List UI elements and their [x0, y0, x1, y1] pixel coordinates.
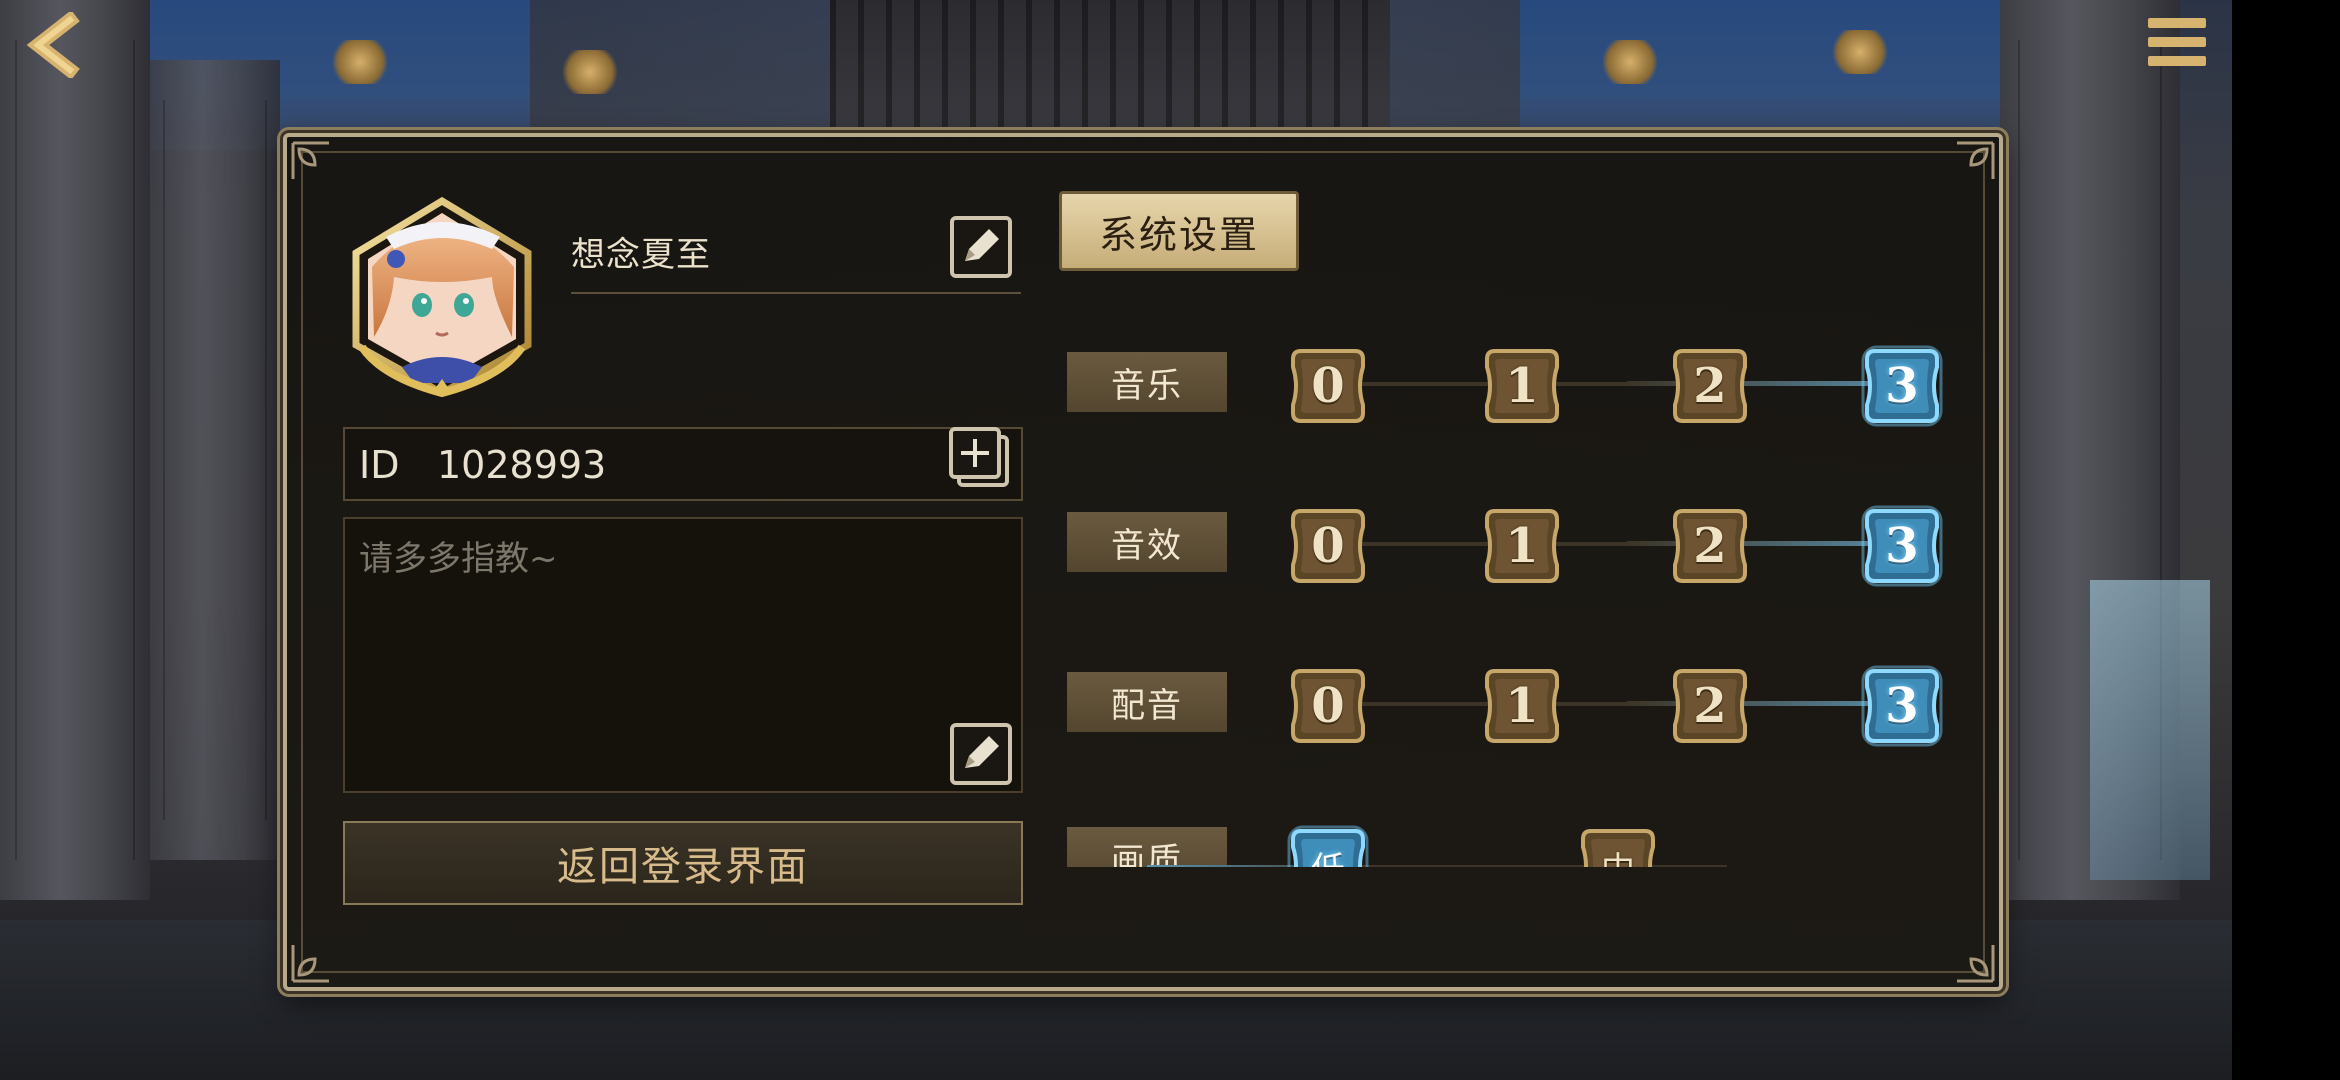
player-name: 想念夏至	[571, 235, 711, 275]
quality-level-text: 低	[1287, 825, 1369, 868]
level-number: 0	[1311, 518, 1345, 574]
name-divider	[571, 292, 1021, 294]
corner-ornament-icon	[291, 945, 329, 983]
profile-settings-panel: 想念夏至 ID 1028993 请多多指教~ 返回登录界面 系统设置 音乐 音效…	[283, 133, 2003, 991]
id-label: ID	[359, 443, 400, 487]
return-to-login-button[interactable]: 返回登录界面	[343, 821, 1023, 905]
level-number: 1	[1505, 358, 1539, 414]
castle-tower	[830, 0, 1390, 140]
pencil-icon	[950, 216, 1012, 278]
level-track	[1327, 382, 1627, 386]
level-number: 3	[1885, 678, 1919, 734]
chandelier	[1830, 30, 1890, 74]
level-0-button[interactable]: 0	[1287, 505, 1369, 587]
quality-level-text: 中	[1577, 825, 1659, 868]
quality-label: 画质	[1067, 827, 1227, 867]
pencil-icon	[950, 723, 1012, 785]
chandelier	[1600, 40, 1660, 84]
level-number: 2	[1693, 358, 1727, 414]
level-3-button[interactable]: 3	[1861, 345, 1943, 427]
voice-label: 配音	[1067, 672, 1227, 732]
level-number: 1	[1505, 678, 1539, 734]
screen-edge	[2232, 0, 2340, 1080]
level-1-button[interactable]: 1	[1481, 345, 1563, 427]
quality-0-button[interactable]: 低	[1287, 825, 1369, 867]
id-value: 1028993	[437, 443, 607, 487]
level-2-button[interactable]: 2	[1669, 665, 1751, 747]
signature-placeholder: 请多多指教~	[359, 539, 558, 579]
copy-icon	[949, 427, 1009, 487]
level-number: 3	[1885, 518, 1919, 574]
level-number: 2	[1693, 518, 1727, 574]
level-2-button[interactable]: 2	[1669, 505, 1751, 587]
chandelier	[330, 40, 390, 84]
corner-ornament-icon	[1957, 945, 1995, 983]
chandelier	[560, 50, 620, 94]
level-1-button[interactable]: 1	[1481, 505, 1563, 587]
level-2-button[interactable]: 2	[1669, 345, 1751, 427]
edit-signature-button[interactable]	[949, 722, 1013, 786]
stone-pillar	[150, 60, 280, 860]
signature-input[interactable]: 请多多指教~	[343, 517, 1023, 793]
quality-row: 画质 低中高	[1047, 817, 1807, 867]
tab-system-settings[interactable]: 系统设置	[1059, 191, 1299, 271]
music-label: 音乐	[1067, 352, 1227, 412]
level-3-button[interactable]: 3	[1861, 505, 1943, 587]
edit-name-button[interactable]	[949, 215, 1013, 279]
player-avatar[interactable]	[342, 196, 542, 398]
level-number: 2	[1693, 678, 1727, 734]
ice-crystal	[2090, 580, 2210, 880]
back-chevron-icon[interactable]	[18, 10, 88, 80]
corner-ornament-icon	[1957, 141, 1995, 179]
sfx-label: 音效	[1067, 512, 1227, 572]
level-0-button[interactable]: 0	[1287, 345, 1369, 427]
corner-ornament-icon	[291, 141, 329, 179]
level-number: 0	[1311, 358, 1345, 414]
player-id-field: ID 1028993	[343, 427, 1023, 501]
stone-pillar	[0, 0, 150, 900]
hamburger-menu-icon[interactable]	[2142, 12, 2212, 72]
level-track	[1327, 702, 1627, 706]
quality-1-button[interactable]: 中	[1577, 825, 1659, 867]
level-number: 0	[1311, 678, 1345, 734]
copy-id-button[interactable]	[947, 425, 1013, 491]
level-0-button[interactable]: 0	[1287, 665, 1369, 747]
level-1-button[interactable]: 1	[1481, 665, 1563, 747]
level-number: 3	[1885, 358, 1919, 414]
level-track	[1327, 542, 1627, 546]
level-3-button[interactable]: 3	[1861, 665, 1943, 747]
level-number: 1	[1505, 518, 1539, 574]
